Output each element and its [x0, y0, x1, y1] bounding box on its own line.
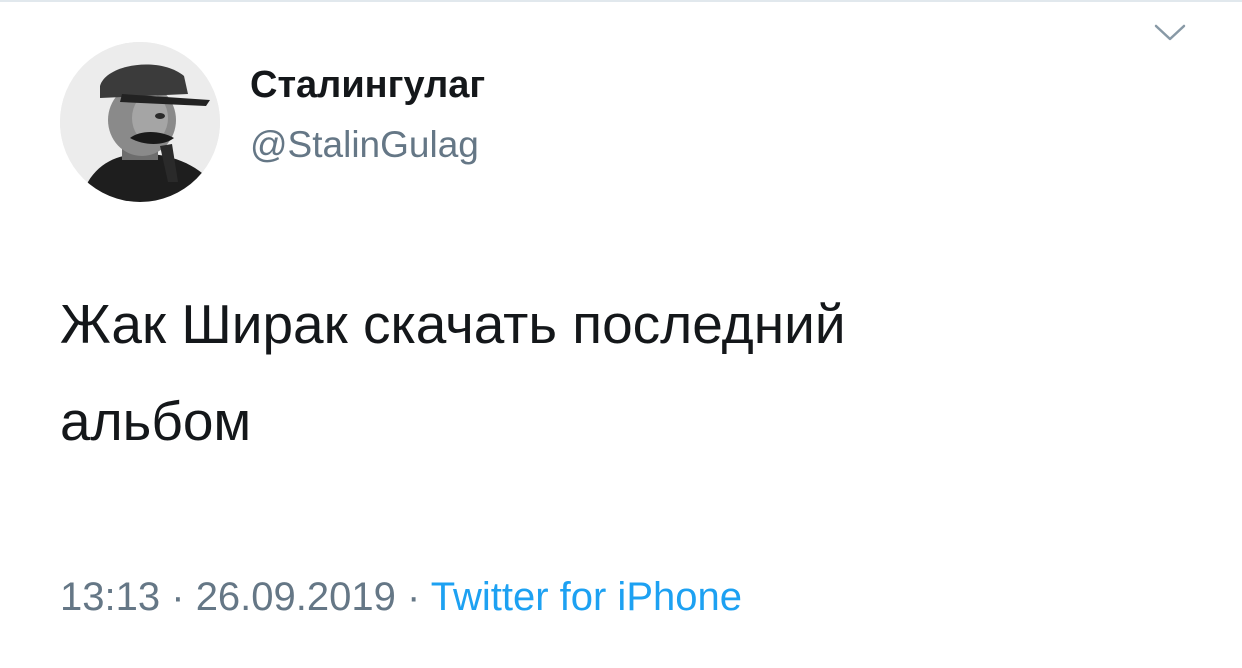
tweet-text-line: альбом: [60, 390, 252, 452]
tweet-date[interactable]: 26.09.2019: [196, 575, 396, 619]
tweet-menu-button[interactable]: [1150, 20, 1190, 50]
tweet-text: Жак Ширак скачать последний альбом: [60, 276, 1160, 470]
tweet-meta: 13:13 · 26.09.2019 · Twitter for iPhone: [60, 575, 742, 620]
tweet-text-line: Жак Ширак скачать последний: [60, 293, 846, 355]
meta-separator: ·: [171, 575, 185, 619]
user-handle[interactable]: @StalinGulag: [250, 124, 479, 166]
meta-separator: ·: [407, 575, 421, 619]
tweet-time[interactable]: 13:13: [60, 575, 160, 619]
tweet-source-link[interactable]: Twitter for iPhone: [431, 575, 742, 619]
display-name[interactable]: Сталингулаг: [250, 64, 485, 107]
top-divider: [0, 0, 1242, 2]
chevron-down-icon: [1153, 23, 1187, 48]
avatar[interactable]: [60, 42, 220, 202]
